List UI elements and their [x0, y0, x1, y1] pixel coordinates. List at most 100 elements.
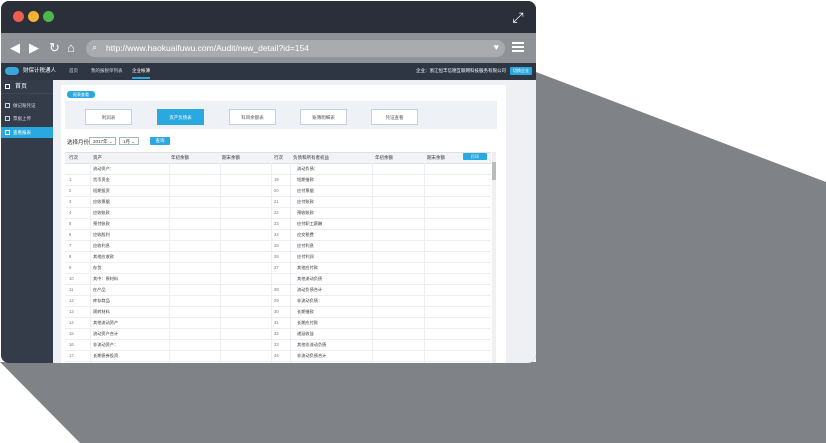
tab-account-balance[interactable]: 科目余额表: [229, 109, 276, 125]
scrollbar-thumb[interactable]: [492, 162, 496, 180]
tab-ledger-detail[interactable]: 账簿明细表: [300, 109, 347, 125]
scrollbar-track[interactable]: [492, 152, 496, 363]
row-number: 32: [274, 331, 279, 336]
row-number: 2: [69, 188, 72, 193]
forward-arrow-icon[interactable]: ▶: [29, 40, 39, 56]
row-number: 13: [69, 309, 74, 314]
month-value: 1月: [123, 139, 131, 144]
sidebar-item-upload[interactable]: 票据上传: [1, 113, 53, 124]
maximize-dot[interactable]: [43, 11, 54, 22]
asset-item: 应收票据: [93, 199, 110, 204]
liability-item: 短期借款: [297, 177, 314, 182]
tab-balance-sheet[interactable]: 资产负债表: [157, 109, 204, 125]
asset-item: 在产品: [93, 287, 106, 292]
row-number: 7: [69, 243, 72, 248]
row-number: 5: [69, 221, 72, 226]
hamburger-menu-icon[interactable]: [512, 42, 524, 52]
asset-item: 周转材料: [93, 309, 110, 314]
sidebar-item-reports[interactable]: 查看报表: [1, 127, 53, 138]
liability-item: 应付利息: [297, 243, 314, 248]
title-bar: ⤢: [1, 1, 536, 33]
col-header: 期末余额: [222, 155, 240, 160]
expand-icon[interactable]: ⤢: [510, 9, 526, 25]
sidebar-home[interactable]: 首页: [1, 80, 53, 94]
app-top-nav: 财保计税通人 首页 我的报税单列表 企业帐薄 企业：浙江恒丰信德互联网科技服务有…: [1, 63, 536, 80]
browser-window: ⤢ ◀ ▶ ↻ ⌂ ⌕ http://www.haokuaifuwu.com/A…: [1, 1, 536, 363]
top-nav-tax-list[interactable]: 我的报税单列表: [91, 68, 123, 74]
query-button[interactable]: 查询: [150, 137, 170, 145]
liability-item: 应付票据: [297, 188, 314, 193]
logo-text: 财保计税通人: [23, 68, 57, 74]
asset-item: 其中：原材料: [93, 276, 119, 281]
liability-item: 应付利润: [297, 254, 314, 259]
row-number: 14: [69, 320, 74, 325]
company-info: 企业：浙江恒丰信德互联网科技服务有限公司: [416, 68, 506, 73]
app-logo[interactable]: 财保计税通人: [5, 66, 56, 75]
row-number: 4: [69, 210, 72, 215]
reload-icon[interactable]: ↻: [49, 40, 60, 56]
liability-item: 应付职工薪酬: [297, 221, 323, 226]
liability-item: 其他应付款: [297, 265, 318, 270]
row-number: 22: [274, 210, 279, 215]
top-nav-company-ledger[interactable]: 企业帐薄: [132, 68, 150, 79]
report-panel: 报表查看 利润表 资产负债表 科目余额表 账簿明细表 凭证查看 选择月份 201…: [61, 85, 506, 363]
cloud-logo-icon: [5, 66, 19, 75]
home-icon[interactable]: ⌂: [67, 40, 75, 56]
row-number: 31: [274, 320, 279, 325]
row-number: 30: [274, 309, 279, 314]
print-button[interactable]: 打印: [463, 153, 487, 160]
section-tag: 报表查看: [67, 91, 95, 98]
liability-item: 其他非流动负债: [297, 342, 327, 347]
url-text[interactable]: http://www.haokuaifuwu.com/Audit/new_det…: [106, 42, 309, 55]
web-page: 财保计税通人 首页 我的报税单列表 企业帐薄 企业：浙江恒丰信德互联网科技服务有…: [1, 63, 536, 363]
row-number: 15: [69, 331, 74, 336]
sidebar-item-voucher[interactable]: 做记账凭证: [1, 100, 53, 111]
row-number: 1: [69, 177, 72, 182]
liability-item: 应交税费: [297, 232, 314, 237]
col-header: 期末余额: [427, 155, 445, 160]
address-bar[interactable]: ⌕ http://www.haokuaifuwu.com/Audit/new_d…: [86, 40, 505, 57]
row-number: 16: [69, 342, 74, 347]
minimize-dot[interactable]: [28, 11, 39, 22]
row-number: 8: [69, 254, 72, 259]
row-number: 17: [69, 353, 74, 358]
balance-sheet-table: 流动资产： 流动负债： 1 货币资金 19 短期借款 2 短期投资 20 应付票据 3 应收票据 21 应…: [65, 163, 491, 363]
report-tabs: 利润表 资产负债表 科目余额表 账簿明细表 凭证查看: [65, 101, 497, 129]
top-nav-home[interactable]: 首页: [69, 68, 78, 74]
liability-item: 非流动负债合计: [297, 353, 327, 358]
row-number: 9: [69, 265, 72, 270]
tab-income-statement[interactable]: 利润表: [85, 109, 132, 125]
switch-company-button[interactable]: 切换企业: [510, 67, 532, 75]
row-number: 21: [274, 199, 279, 204]
liability-item: 预收账款: [297, 210, 314, 215]
row-number: 26: [274, 254, 279, 259]
favorite-heart-icon[interactable]: ♥: [494, 42, 499, 52]
asset-item: 库存商品: [93, 298, 110, 303]
upload-icon: [5, 116, 10, 121]
report-icon: [5, 130, 10, 135]
year-select[interactable]: 2017年 ⌄: [89, 137, 116, 145]
month-select[interactable]: 1月 ⌄: [119, 137, 139, 145]
grid-icon: [5, 84, 10, 89]
sidebar: 首页 做记账凭证 票据上传 查看报表: [1, 80, 53, 363]
liability-item: 流动负债合计: [297, 287, 323, 292]
row-number: 19: [274, 177, 279, 182]
asset-item: 其他应收款: [93, 254, 114, 259]
asset-item: 应收利息: [93, 243, 110, 248]
month-filter-label: 选择月份: [67, 140, 90, 146]
close-dot[interactable]: [13, 11, 24, 22]
row-number: 11: [69, 287, 74, 292]
col-header: 资产: [93, 155, 102, 160]
liability-item: 应付账款: [297, 199, 314, 204]
table-row: 17 长期债券投资 34 非流动负债合计: [65, 350, 491, 362]
asset-item: 其他流动资产: [93, 320, 119, 325]
sidebar-home-label: 首页: [15, 84, 28, 90]
col-header: 年初余额: [171, 155, 189, 160]
asset-item: 存货: [93, 265, 102, 270]
tab-voucher-view[interactable]: 凭证查看: [371, 109, 418, 125]
row-number: 27: [274, 265, 279, 270]
col-header: 年初余额: [375, 155, 393, 160]
col-header: 行次: [274, 155, 283, 160]
back-arrow-icon[interactable]: ◀: [10, 40, 20, 56]
liability-item: 长期应付款: [297, 320, 318, 325]
